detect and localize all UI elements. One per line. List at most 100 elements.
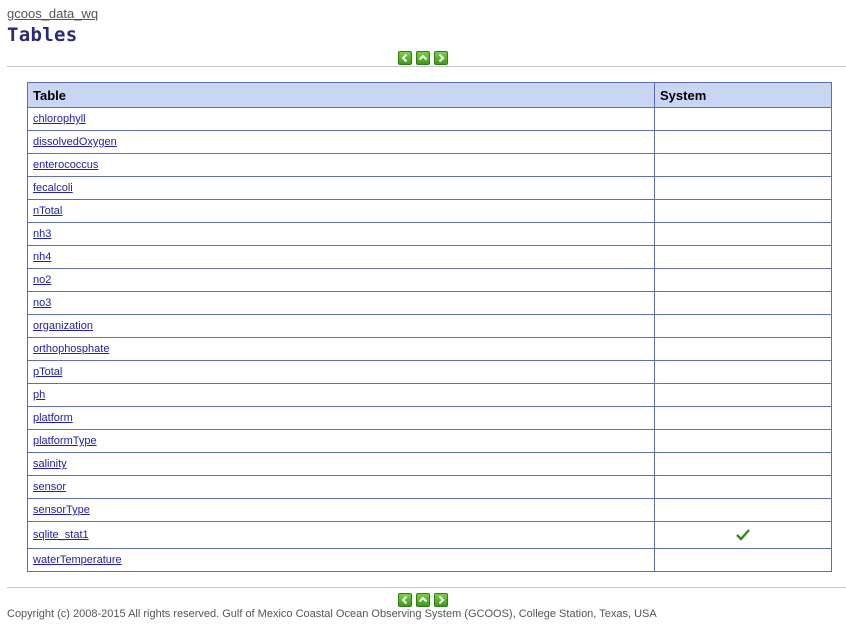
- system-cell: [654, 176, 832, 200]
- system-cell: [654, 383, 832, 407]
- nav-bar-top: [0, 51, 846, 65]
- page-title: Tables: [7, 24, 78, 46]
- table-link[interactable]: nTotal: [33, 205, 62, 217]
- table-link[interactable]: enterococcus: [33, 159, 98, 171]
- table-link[interactable]: ph: [33, 389, 45, 401]
- table-name-cell: dissolvedOxygen: [27, 130, 655, 154]
- table-row: fecalcoli: [27, 176, 832, 200]
- table-link[interactable]: orthophosphate: [33, 343, 109, 355]
- system-cell: [654, 268, 832, 292]
- table-link[interactable]: dissolvedOxygen: [33, 136, 117, 148]
- table-name-cell: organization: [27, 314, 655, 338]
- system-cell: [654, 107, 832, 131]
- next-button[interactable]: [434, 593, 448, 607]
- table-name-cell: platformType: [27, 429, 655, 453]
- table-name-cell: sensor: [27, 475, 655, 499]
- tables-list: Table System chlorophyll dissolvedOxygen e…: [27, 82, 832, 572]
- table-link[interactable]: organization: [33, 320, 93, 332]
- table-row: sensorType: [27, 498, 832, 522]
- system-cell: [654, 130, 832, 154]
- prev-button[interactable]: [398, 593, 412, 607]
- table-row: platform: [27, 406, 832, 430]
- table-row: enterococcus: [27, 153, 832, 177]
- table-row: sensor: [27, 475, 832, 499]
- table-name-cell: sqlite_stat1: [27, 521, 655, 549]
- table-name-cell: chlorophyll: [27, 107, 655, 131]
- table-link[interactable]: nh3: [33, 228, 51, 240]
- prev-button[interactable]: [398, 51, 412, 65]
- database-name-link[interactable]: gcoos_data_wq: [7, 6, 98, 21]
- table-link[interactable]: salinity: [33, 458, 67, 470]
- table-name-cell: salinity: [27, 452, 655, 476]
- table-row: dissolvedOxygen: [27, 130, 832, 154]
- table-name-cell: nh3: [27, 222, 655, 246]
- table-row: no3: [27, 291, 832, 315]
- next-button[interactable]: [434, 51, 448, 65]
- table-link[interactable]: waterTemperature: [33, 554, 122, 566]
- table-link[interactable]: sensor: [33, 481, 66, 493]
- table-row: ph: [27, 383, 832, 407]
- arrow-left-icon: [401, 595, 408, 605]
- divider-bottom: [7, 587, 846, 588]
- table-row: waterTemperature: [27, 548, 832, 572]
- system-cell: [654, 452, 832, 476]
- system-cell: [654, 222, 832, 246]
- table-name-cell: fecalcoli: [27, 176, 655, 200]
- table-row: nTotal: [27, 199, 832, 223]
- arrow-right-icon: [438, 53, 445, 63]
- system-cell: [654, 291, 832, 315]
- table-name-cell: ph: [27, 383, 655, 407]
- table-link[interactable]: no3: [33, 297, 51, 309]
- table-name-cell: waterTemperature: [27, 548, 655, 572]
- arrow-left-icon: [401, 53, 408, 63]
- system-cell: [654, 199, 832, 223]
- table-row: pTotal: [27, 360, 832, 384]
- table-link[interactable]: platformType: [33, 435, 97, 447]
- table-row: nh4: [27, 245, 832, 269]
- table-link[interactable]: sqlite_stat1: [33, 529, 89, 541]
- table-name-cell: enterococcus: [27, 153, 655, 177]
- arrow-up-icon: [418, 596, 428, 603]
- table-link[interactable]: platform: [33, 412, 73, 424]
- table-name-cell: orthophosphate: [27, 337, 655, 361]
- up-button[interactable]: [416, 593, 430, 607]
- table-link[interactable]: nh4: [33, 251, 51, 263]
- table-name-cell: platform: [27, 406, 655, 430]
- system-cell: [654, 429, 832, 453]
- table-name-cell: nTotal: [27, 199, 655, 223]
- table-name-cell: pTotal: [27, 360, 655, 384]
- table-row: platformType: [27, 429, 832, 453]
- table-row: salinity: [27, 452, 832, 476]
- column-header-table: Table: [27, 82, 655, 108]
- arrow-right-icon: [438, 595, 445, 605]
- system-cell: [654, 498, 832, 522]
- table-row: organization: [27, 314, 832, 338]
- table-row: chlorophyll: [27, 107, 832, 131]
- checkmark-icon: [736, 529, 750, 541]
- table-link[interactable]: chlorophyll: [33, 113, 86, 125]
- footer-copyright: Copyright (c) 2008-2015 All rights reser…: [7, 608, 657, 620]
- table-name-cell: sensorType: [27, 498, 655, 522]
- table-name-cell: no3: [27, 291, 655, 315]
- up-button[interactable]: [416, 51, 430, 65]
- system-cell: [654, 360, 832, 384]
- system-cell: [654, 406, 832, 430]
- system-cell: [654, 245, 832, 269]
- table-link[interactable]: pTotal: [33, 366, 62, 378]
- table-link[interactable]: fecalcoli: [33, 182, 73, 194]
- system-cell: [654, 337, 832, 361]
- table-header-row: Table System: [27, 82, 832, 108]
- table-row: no2: [27, 268, 832, 292]
- table-row: orthophosphate: [27, 337, 832, 361]
- divider-top: [7, 66, 846, 67]
- table-link[interactable]: no2: [33, 274, 51, 286]
- table-row: sqlite_stat1: [27, 521, 832, 549]
- system-cell: [654, 475, 832, 499]
- table-name-cell: no2: [27, 268, 655, 292]
- arrow-up-icon: [418, 54, 428, 61]
- system-cell: [654, 153, 832, 177]
- column-header-system: System: [654, 82, 832, 108]
- table-link[interactable]: sensorType: [33, 504, 90, 516]
- nav-bar-bottom: [0, 593, 846, 607]
- table-row: nh3: [27, 222, 832, 246]
